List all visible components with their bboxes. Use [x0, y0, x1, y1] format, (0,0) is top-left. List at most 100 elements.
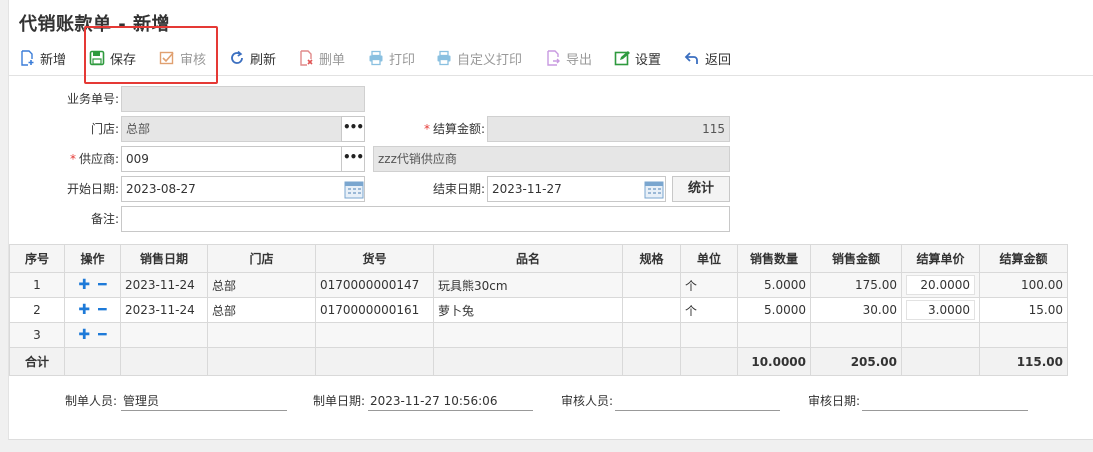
column-header: 操作: [64, 244, 121, 273]
total-empty-cell: [433, 347, 623, 376]
unit-cell: 个: [680, 297, 738, 323]
total-settle-amount: 115.00: [979, 347, 1068, 376]
table-row[interactable]: 1 ✚ ━ 2023-11-24 总部 0170000000147 玩具熊30cm…: [9, 272, 1068, 298]
custom-print-button[interactable]: 自定义打印: [436, 47, 522, 69]
refresh-icon: [231, 50, 243, 64]
column-header: 销售日期: [120, 244, 208, 273]
settings-button[interactable]: 设置: [614, 47, 661, 69]
settle-price-cell[interactable]: 3.0000: [901, 297, 980, 323]
printer-icon: [369, 50, 383, 66]
remark-input[interactable]: [121, 206, 730, 232]
biz-no-label: 业务单号:: [66, 92, 119, 106]
maker-value: 管理员: [121, 391, 287, 411]
custom-printer-icon: [437, 50, 451, 66]
product-name-cell: 玩具熊30cm: [433, 272, 623, 298]
settle-price-input[interactable]: [906, 325, 975, 345]
add-row-icon[interactable]: ✚: [78, 277, 90, 293]
sale-date-cell: 2023-11-24: [120, 297, 208, 323]
column-header: 品名: [433, 244, 623, 273]
settle-amount-label-text: 结算金额:: [432, 122, 485, 136]
audit-date-label: 审核日期:: [808, 394, 861, 408]
total-empty-cell: [680, 347, 738, 376]
end-date-input[interactable]: 2023-11-27: [487, 176, 666, 202]
total-empty-cell: [207, 347, 316, 376]
custom-print-button-label: 自定义打印: [457, 52, 523, 68]
column-header: 结算金额: [979, 244, 1068, 273]
unit-cell: [680, 322, 738, 348]
spec-cell: [622, 322, 681, 348]
store-picker-button[interactable]: •••: [341, 116, 365, 142]
row-actions: ✚ ━: [64, 272, 121, 298]
required-mark: *: [69, 152, 76, 166]
row-number: 2: [9, 297, 65, 323]
column-header: 销售金额: [810, 244, 902, 273]
remove-row-icon[interactable]: ━: [98, 327, 106, 343]
column-header: 结算单价: [901, 244, 980, 273]
start-date-calendar-icon[interactable]: [343, 178, 365, 200]
add-button[interactable]: 新增: [19, 47, 66, 69]
delete-bill-button-label: 删单: [319, 52, 346, 68]
print-button[interactable]: 打印: [368, 47, 415, 69]
row-actions: ✚ ━: [64, 297, 121, 323]
back-button-label: 返回: [705, 52, 732, 68]
supplier-code-input[interactable]: 009: [121, 146, 343, 172]
print-button-label: 打印: [389, 52, 416, 68]
delete-bill-button[interactable]: 删单: [298, 47, 345, 69]
total-empty-cell: [315, 347, 434, 376]
sku-cell: 0170000000161: [315, 297, 434, 323]
end-date-calendar-icon[interactable]: [643, 178, 665, 200]
total-label: 合计: [9, 347, 65, 376]
store-field[interactable]: 总部: [121, 116, 343, 142]
add-button-label: 新增: [40, 52, 67, 68]
add-document-icon: [21, 50, 34, 66]
product-name-cell: [433, 322, 623, 348]
column-header: 规格: [622, 244, 681, 273]
unit-cell: 个: [680, 272, 738, 298]
supplier-picker-button[interactable]: •••: [341, 146, 365, 172]
total-empty-cell: [622, 347, 681, 376]
settle-price-cell[interactable]: [901, 322, 980, 348]
total-row: 合计 10.0000 205.00 115.00: [9, 347, 1068, 376]
sales-qty-cell: [737, 322, 811, 348]
store-cell: [207, 322, 316, 348]
settle-price-input[interactable]: 20.0000: [906, 275, 975, 295]
row-number: 3: [9, 322, 65, 348]
remove-row-icon[interactable]: ━: [98, 277, 106, 293]
product-name-cell: 萝卜兔: [433, 297, 623, 323]
remove-row-icon[interactable]: ━: [98, 302, 106, 318]
biz-no-field[interactable]: [121, 86, 365, 112]
settle-amount-field[interactable]: 115: [487, 116, 730, 142]
add-row-icon[interactable]: ✚: [78, 327, 90, 343]
start-date-label: 开始日期:: [66, 182, 119, 196]
export-button-label: 导出: [566, 52, 593, 68]
settle-price-input[interactable]: 3.0000: [906, 300, 975, 320]
settle-amount-cell: 15.00: [979, 297, 1068, 323]
total-sales-amount: 205.00: [810, 347, 902, 376]
delete-document-icon: [300, 50, 313, 66]
remark-label: 备注:: [90, 212, 119, 226]
store-cell: 总部: [207, 297, 316, 323]
table-header-row: 序号 操作 销售日期 门店 货号 品名 规格 单位 销售数量 销售金额 结算单价…: [9, 244, 1068, 273]
settle-amount-cell: [979, 322, 1068, 348]
back-button[interactable]: 返回: [684, 47, 731, 69]
spec-cell: [622, 272, 681, 298]
table-row[interactable]: 2 ✚ ━ 2023-11-24 总部 0170000000161 萝卜兔 个 5…: [9, 297, 1068, 323]
add-row-icon[interactable]: ✚: [78, 302, 90, 318]
total-empty-cell: [901, 347, 980, 376]
settle-price-cell[interactable]: 20.0000: [901, 272, 980, 298]
refresh-button[interactable]: 刷新: [229, 47, 276, 69]
settle-amount-label: * 结算金额:: [399, 116, 485, 142]
edit-settings-icon: [614, 51, 630, 66]
row-actions: ✚ ━: [64, 322, 121, 348]
export-button[interactable]: 导出: [545, 47, 592, 69]
export-icon: [547, 50, 560, 66]
sales-amount-cell: 175.00: [810, 272, 902, 298]
make-date-value: 2023-11-27 10:56:06: [368, 391, 533, 411]
settings-button-label: 设置: [635, 52, 662, 68]
table-row[interactable]: 3 ✚ ━: [9, 322, 1068, 348]
start-date-input[interactable]: 2023-08-27: [121, 176, 365, 202]
total-empty-cell: [64, 347, 121, 376]
total-qty: 10.0000: [737, 347, 811, 376]
stats-button[interactable]: 统计: [672, 176, 730, 202]
row-number: 1: [9, 272, 65, 298]
